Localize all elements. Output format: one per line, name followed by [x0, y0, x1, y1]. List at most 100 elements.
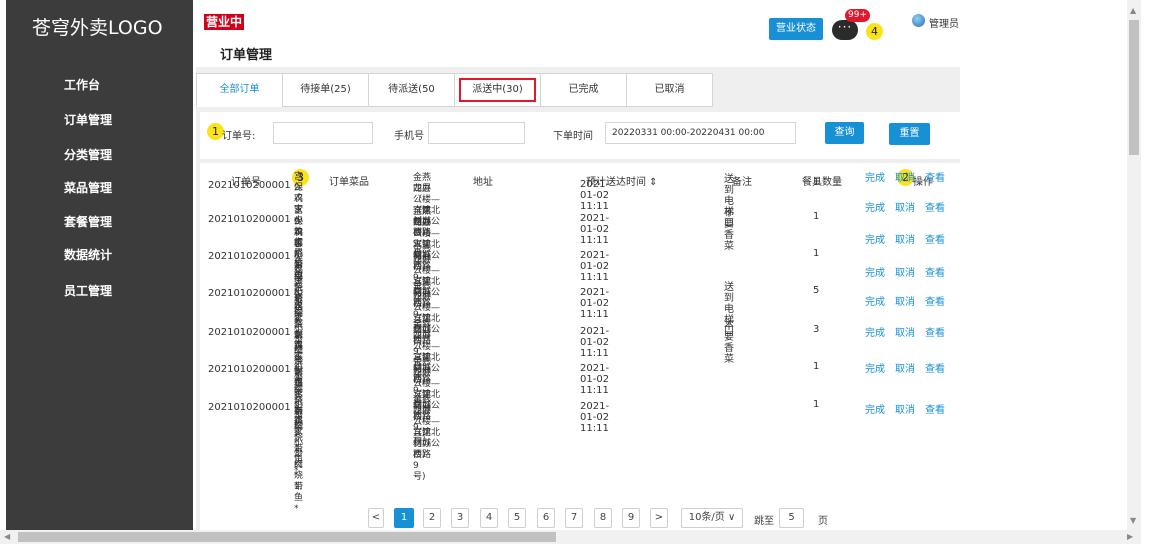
view-action[interactable]: 查看 — [925, 268, 945, 279]
tab-pending-delivery[interactable]: 待派送(50 — [368, 73, 455, 107]
address-line-2: 四层（——宾馆北侧办公楼) — [413, 406, 441, 460]
page-8[interactable]: 8 — [594, 508, 612, 528]
next-page-button[interactable]: > — [650, 508, 668, 528]
cancel-action[interactable]: 取消 — [895, 364, 915, 375]
complete-action[interactable]: 完成 — [865, 173, 885, 184]
page-1[interactable]: 1 — [394, 508, 414, 528]
cancel-action[interactable]: 取消 — [895, 235, 915, 246]
message-count-badge: 99+ — [845, 9, 870, 22]
app-logo: 苍穹外卖LOGO — [32, 17, 163, 39]
order-panel: 全部订单 待接单(25) 待派送(50 派送中(30) 已完成 已取消 1 订单… — [196, 67, 960, 530]
page-7[interactable]: 7 — [565, 508, 583, 528]
col-address: 地址 — [473, 177, 493, 188]
complete-action[interactable]: 完成 — [865, 405, 885, 416]
business-status-button[interactable]: 营业状态 — [769, 18, 823, 40]
cancel-action[interactable]: 取消 — [895, 173, 915, 184]
tab-delivering[interactable]: 派送中(30) — [454, 73, 541, 107]
complete-action[interactable]: 完成 — [865, 268, 885, 279]
tableware-count: 1 — [813, 248, 820, 259]
sidebar-item-orders[interactable]: 订单管理 — [64, 111, 112, 128]
col-dishes: 订单菜品 — [329, 177, 369, 188]
user-name[interactable]: 管理员 — [929, 15, 959, 30]
complete-action[interactable]: 完成 — [865, 203, 885, 214]
cancel-action[interactable]: 取消 — [895, 268, 915, 279]
order-time-input[interactable]: 20220331 00:00-20220431 00:00 — [605, 122, 796, 144]
view-action[interactable]: 查看 — [925, 235, 945, 246]
eta-time: 2021-01-02 11:11 — [580, 213, 610, 246]
order-tabs: 全部订单 待接单(25) 待派送(50 派送中(30) 已完成 已取消 — [196, 73, 713, 107]
cancel-action[interactable]: 取消 — [895, 203, 915, 214]
cancel-action[interactable]: 取消 — [895, 328, 915, 339]
page-5[interactable]: 5 — [508, 508, 526, 528]
scroll-up-icon[interactable]: ▲ — [1130, 6, 1136, 16]
page-title: 订单管理 — [220, 48, 273, 63]
page-3[interactable]: 3 — [451, 508, 469, 528]
sidebar-item-workbench[interactable]: 工作台 — [64, 76, 100, 93]
tableware-count: 3 — [813, 324, 820, 335]
order-id: 2021010200001 — [208, 251, 291, 262]
page-2[interactable]: 2 — [423, 508, 441, 528]
eta-time: 2021-01-02 11:11 — [580, 250, 610, 283]
view-action[interactable]: 查看 — [925, 203, 945, 214]
tableware-count: 1 — [813, 361, 820, 372]
phone-input[interactable] — [428, 122, 525, 144]
view-action[interactable]: 查看 — [925, 173, 945, 184]
sidebar-item-categories[interactable]: 分类管理 — [64, 146, 112, 163]
app-root: 苍穹外卖LOGO 工作台 订单管理 分类管理 菜品管理 套餐管理 数据统计 员工… — [0, 0, 1152, 555]
col-tableware: 餐具数量 — [802, 177, 842, 188]
order-id: 2021010200001 — [208, 180, 291, 191]
cancel-action[interactable]: 取消 — [895, 405, 915, 416]
search-button[interactable]: 查询 — [825, 122, 864, 144]
marker-4: 4 — [866, 23, 883, 40]
view-action[interactable]: 查看 — [925, 328, 945, 339]
order-number-input[interactable] — [273, 122, 373, 144]
jump-page-input[interactable]: 5 — [779, 508, 804, 528]
page-unit-label: 页 — [818, 516, 828, 527]
page-9[interactable]: 9 — [622, 508, 640, 528]
vertical-scroll-thumb[interactable] — [1129, 20, 1139, 155]
view-action[interactable]: 查看 — [925, 405, 945, 416]
complete-action[interactable]: 完成 — [865, 235, 885, 246]
page-size-select[interactable]: 10条/页 ∨ — [681, 508, 743, 528]
tab-cancelled[interactable]: 已取消 — [626, 73, 713, 107]
complete-action[interactable]: 完成 — [865, 297, 885, 308]
tab-all-orders[interactable]: 全部订单 — [196, 73, 283, 107]
col-note: 备注 — [732, 177, 752, 188]
horizontal-scrollbar[interactable]: ◀ ▶ — [0, 530, 1141, 544]
page-4[interactable]: 4 — [480, 508, 498, 528]
order-number-label: 订单号: — [222, 131, 256, 142]
jump-label: 跳至 — [754, 516, 774, 527]
scroll-left-icon[interactable]: ◀ — [4, 532, 10, 542]
tableware-count: 1 — [813, 177, 820, 188]
vertical-scrollbar[interactable]: ▲ ▼ — [1127, 0, 1141, 530]
sidebar-item-dishes[interactable]: 菜品管理 — [64, 179, 112, 196]
scroll-down-icon[interactable]: ▼ — [1130, 516, 1136, 526]
tableware-count: 1 — [813, 399, 820, 410]
sidebar-item-statistics[interactable]: 数据统计 — [64, 246, 112, 263]
page-6[interactable]: 6 — [537, 508, 555, 528]
scroll-right-icon[interactable]: ▶ — [1127, 532, 1133, 542]
sidebar-item-combos[interactable]: 套餐管理 — [64, 213, 112, 230]
view-action[interactable]: 查看 — [925, 297, 945, 308]
complete-action[interactable]: 完成 — [865, 328, 885, 339]
sidebar-item-employees[interactable]: 员工管理 — [64, 282, 112, 299]
order-id: 2021010200001 — [208, 214, 291, 225]
prev-page-button[interactable]: < — [368, 508, 384, 528]
tab-pending-accept[interactable]: 待接单(25) — [282, 73, 369, 107]
reset-button[interactable]: 重置 — [889, 123, 930, 145]
eta-time: 2021-01-02 11:11 — [580, 326, 610, 359]
complete-action[interactable]: 完成 — [865, 364, 885, 375]
tableware-count: 1 — [813, 211, 820, 222]
order-id: 2021010200001 — [208, 327, 291, 338]
horizontal-scroll-thumb[interactable] — [18, 532, 556, 542]
order-id: 2021010200001 — [208, 364, 291, 375]
view-action[interactable]: 查看 — [925, 364, 945, 375]
message-icon[interactable]: ··· — [832, 20, 858, 40]
cancel-action[interactable]: 取消 — [895, 297, 915, 308]
order-time-label: 下单时间 — [553, 131, 593, 142]
sidebar: 苍穹外卖LOGO 工作台 订单管理 分类管理 菜品管理 套餐管理 数据统计 员工… — [6, 0, 193, 530]
eta-time: 2021-01-02 11:11 — [580, 287, 610, 320]
dish-line-2: 2; 农家小炒肉* 1; — [294, 405, 304, 492]
tab-completed[interactable]: 已完成 — [540, 73, 627, 107]
avatar[interactable] — [912, 14, 925, 27]
